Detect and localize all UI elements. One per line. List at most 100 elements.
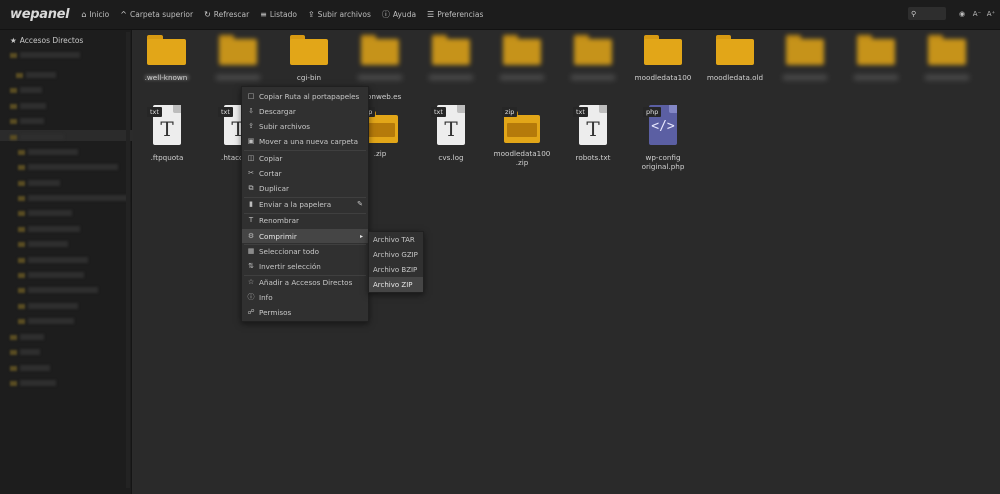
tree-item[interactable] [20,380,56,386]
invert-selection-icon: ⇅ [248,262,254,270]
list-icon: ≡ [260,10,267,19]
folder-item-well-known[interactable]: .well-known [134,35,198,82]
menu-compress[interactable]: ⚙ Comprimir ▸ [242,229,368,243]
upload-icon: ⇪ [307,10,315,19]
file-item-cvs-log[interactable]: Ttxt cvs.log [419,105,483,162]
folder-icon [18,181,25,186]
search-input[interactable]: ⚲ [908,7,946,20]
menu-move-to-folder[interactable]: ▣ Mover a una nueva carpeta [242,134,368,148]
tree-item[interactable] [20,118,44,124]
font-decrease-icon: A⁻ [972,10,982,18]
tree-item[interactable] [26,72,56,78]
folder-item[interactable] [915,35,979,80]
tree-item[interactable] [28,149,78,155]
font-increase-icon: A⁺ [986,10,996,18]
menu-duplicate[interactable]: ⧉ Duplicar [242,181,368,195]
folder-item-moodledata100[interactable]: moodledata100 [631,35,695,82]
folder-item[interactable] [844,35,908,80]
menu-download[interactable]: ⇩ Descargar [242,104,368,118]
nav-parent-folder-button[interactable]: ^ Carpeta superior [120,10,193,19]
top-toolbar: wepanel ⌂ Inicio ^ Carpeta superior ↻ Refre… [0,0,1000,30]
folder-item[interactable] [206,35,270,80]
menu-add-shortcut[interactable]: ☆ Añadir a Accesos Directos [242,275,368,289]
menu-upload[interactable]: ⇪ Subir archivos [242,119,368,133]
file-item-moodledata100-zip[interactable]: zip moodledata100 .zip [490,105,554,167]
tree-item[interactable] [20,134,64,140]
tree-item[interactable] [28,272,84,278]
tree-item[interactable] [28,241,68,247]
menu-permissions[interactable]: ☍ Permisos [242,305,368,319]
tree-item[interactable] [20,365,50,371]
tree-item[interactable] [20,87,42,93]
folder-icon [18,211,25,216]
tree-item[interactable] [20,349,40,355]
nav-help-button[interactable]: ⓘ Ayuda [382,9,416,20]
folder-item[interactable] [348,35,412,80]
tree-item[interactable] [28,318,74,324]
home-icon: ⌂ [81,10,87,19]
folder-icon [18,150,25,155]
folder-item-moodledata-old[interactable]: moodledata.old [703,35,767,82]
nav-refresh-button[interactable]: ↻ Refrescar [204,10,249,19]
php-file-icon: </> php [643,105,679,145]
menu-select-all[interactable]: ▦ Seleccionar todo [242,244,368,258]
menu-invert-selection[interactable]: ⇅ Invertir selección [242,259,368,273]
file-label [854,75,898,80]
menu-trash[interactable]: ▮ Enviar a la papelera ✎ [242,197,368,211]
menu-info[interactable]: ⓘ Info [242,290,368,304]
menu-copy-path[interactable]: □ Copiar Ruta al portapapeles [242,89,368,103]
menu-cut[interactable]: ✂ Cortar [242,166,368,180]
text-file-icon: Ttxt [147,105,183,145]
tree-item[interactable] [28,226,80,232]
folder-icon [219,35,257,65]
folder-item[interactable] [773,35,837,80]
file-label [783,75,827,80]
folder-item[interactable] [490,35,554,80]
folder-item[interactable] [561,35,625,80]
tree-item[interactable] [28,287,98,293]
search-icon: ⚲ [911,9,917,18]
app-logo[interactable]: wepanel [10,7,70,22]
download-icon: ⇩ [248,107,254,115]
compress-icon: ⚙ [247,232,255,240]
tree-item[interactable] [20,334,44,340]
tree-item[interactable] [28,303,78,309]
star-icon: ★ [10,36,17,45]
nav-list-button[interactable]: ≡ Listado [260,10,297,19]
tree-item[interactable] [20,52,80,58]
tree-item[interactable] [28,210,72,216]
folder-icon [10,335,17,340]
nav-preferences-button[interactable]: ☰ Preferencias [427,10,483,19]
submenu-tar[interactable]: Archivo TAR [369,232,423,247]
folder-item[interactable] [419,35,483,80]
folder-icon [644,35,682,65]
shortcuts-header[interactable]: ★ Accesos Directos [10,36,83,45]
tree-item[interactable] [28,257,88,263]
file-item-wp-config-original[interactable]: </> php wp-config original.php [631,105,695,171]
folder-icon [18,196,25,201]
font-increase-button[interactable]: A⁺ [986,8,996,20]
tree-item[interactable] [28,195,128,201]
menu-copy[interactable]: ◫ Copiar [242,151,368,165]
nav-upload-button[interactable]: ⇪ Subir archivos [308,10,371,19]
tree-item[interactable] [28,180,60,186]
star-icon: ☆ [247,278,255,286]
clipboard-icon: □ [247,92,255,100]
submenu-bzip[interactable]: Archivo BZIP [369,262,423,277]
submenu-gzip[interactable]: Archivo GZIP [369,247,423,262]
rename-icon: T [248,216,254,224]
tree-item[interactable] [20,103,46,109]
nav-home-button[interactable]: ⌂ Inicio [81,10,109,19]
folder-item-cgi-bin[interactable]: cgi-bin [277,35,341,82]
font-decrease-button[interactable]: A⁻ [972,8,982,20]
menu-rename[interactable]: T Renombrar [242,213,368,227]
folder-icon [574,35,612,65]
folder-icon [928,35,966,65]
sliders-icon: ☰ [427,10,435,19]
file-item-robots-txt[interactable]: Ttxt robots.txt [561,105,625,162]
submenu-zip[interactable]: Archivo ZIP [369,277,423,292]
view-toggle-button[interactable]: ◉ [957,8,967,20]
sidebar-scrollbar[interactable] [126,32,130,488]
tree-item[interactable] [28,164,118,170]
file-item-ftpquota[interactable]: Ttxt .ftpquota [135,105,199,162]
